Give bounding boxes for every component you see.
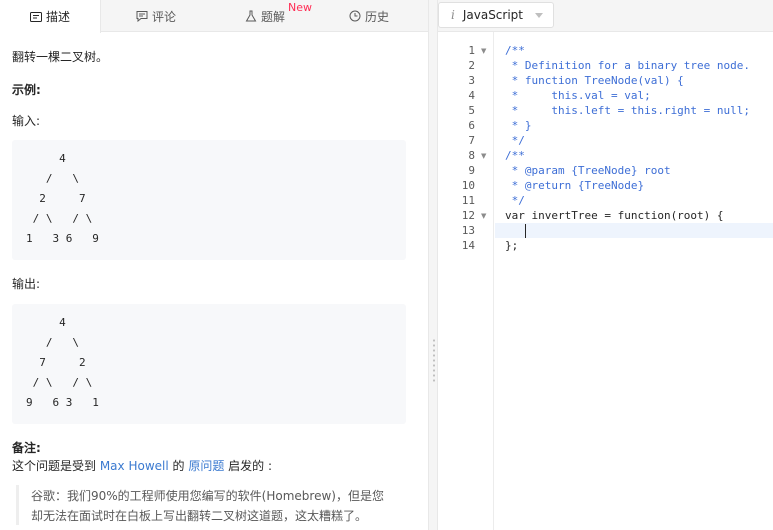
code-editor-panel: i JavaScript 1 ▼ 2 3 4 5 6 7 8 ▼ 9 10 11 12 ▼ 13 14 /** … — [438, 0, 773, 530]
max-howell-link[interactable]: Max Howell — [100, 459, 169, 473]
active-line-highlight — [495, 223, 773, 238]
quote-line: 却无法在面试时在白板上写出翻转二叉树这道题，这太糟糕了。 — [31, 509, 368, 523]
line-number: 4 — [468, 89, 475, 102]
fold-arrow-icon[interactable]: ▼ — [481, 212, 486, 220]
text-cursor — [525, 224, 526, 238]
description-panel: 描述 评论 题解 New 历史 翻转一棵二叉树。 示例: 输入: 4 / \ 2… — [0, 0, 428, 530]
panel-resize-handle[interactable] — [428, 0, 438, 530]
tab-label: 描述 — [45, 10, 70, 24]
language-select[interactable]: i JavaScript — [438, 2, 554, 28]
line-number: 6 — [468, 119, 475, 132]
code-line: */ — [505, 134, 525, 147]
chevron-down-icon — [535, 13, 543, 18]
comment-icon — [136, 10, 148, 22]
tab-comments[interactable]: 评论 — [101, 0, 211, 32]
fold-arrow-icon[interactable]: ▼ — [481, 47, 486, 55]
tree-line: 4 — [26, 152, 66, 165]
tree-line: 1 3 6 9 — [26, 232, 99, 245]
tree-line: / \ — [26, 336, 79, 349]
history-clock-icon — [349, 10, 361, 22]
code-line: */ — [505, 194, 525, 207]
info-icon: i — [451, 8, 455, 22]
output-tree-block: 4 / \ 7 2 / \ / \ 9 6 3 1 — [12, 304, 406, 424]
code-line: * @return {TreeNode} — [505, 179, 645, 192]
output-label: 输出: — [12, 277, 41, 291]
input-label: 输入: — [12, 114, 41, 128]
note-text-part: 的 — [168, 459, 189, 473]
tree-line: / \ / \ — [26, 376, 93, 389]
tree-line: / \ / \ — [26, 212, 93, 225]
drag-grip-icon — [433, 338, 435, 382]
line-number: 5 — [468, 104, 475, 117]
code-line: * this.left = this.right = null; — [505, 104, 751, 117]
line-number: 13 — [461, 224, 475, 237]
line-number: 9 — [468, 164, 475, 177]
line-number: 14 — [461, 239, 475, 252]
tree-line: 9 6 3 1 — [26, 396, 99, 409]
problem-intro: 翻转一棵二叉树。 — [12, 50, 109, 64]
line-number: 3 — [468, 74, 475, 87]
code-line: * Definition for a binary tree node. — [505, 59, 751, 72]
line-number: 10 — [461, 179, 475, 192]
original-problem-link[interactable]: 原问题 — [188, 459, 224, 473]
line-number-gutter: 1 ▼ 2 3 4 5 6 7 8 ▼ 9 10 11 12 ▼ 13 14 — [438, 32, 494, 530]
tree-line: 4 — [26, 316, 66, 329]
quote-block: 谷歌：我们90%的工程师使用您编写的软件(Homebrew)，但是您 却无法在面… — [16, 485, 408, 525]
tree-line: / \ — [26, 172, 79, 185]
code-line: * function TreeNode(val) { — [505, 74, 684, 87]
line-number: 8 — [468, 149, 475, 162]
tab-solutions[interactable]: 题解 New — [211, 0, 319, 32]
editor-toolbar: i JavaScript — [438, 0, 773, 32]
solution-flask-icon — [245, 10, 257, 22]
tab-label: 评论 — [151, 9, 176, 24]
code-line: * this.val = val; — [505, 89, 651, 102]
code-line: }; — [505, 239, 519, 252]
tab-history[interactable]: 历史 — [319, 0, 419, 32]
tree-line: 7 2 — [26, 356, 86, 369]
code-input[interactable]: /** * Definition for a binary tree node.… — [495, 32, 773, 530]
note-text-part: 这个问题是受到 — [12, 459, 100, 473]
quote-line: 谷歌：我们90%的工程师使用您编写的软件(Homebrew)，但是您 — [31, 489, 384, 503]
language-label: JavaScript — [462, 8, 523, 22]
code-line: var invertTree = function(root) { — [505, 209, 724, 222]
tab-bar: 描述 评论 题解 New 历史 — [0, 0, 428, 33]
line-number: 7 — [468, 134, 475, 147]
line-number: 11 — [461, 194, 475, 207]
tree-line: 2 7 — [26, 192, 86, 205]
note-text: 这个问题是受到 Max Howell 的 原问题 启发的 : — [12, 457, 272, 474]
line-number: 1 — [468, 44, 475, 57]
tab-label: 历史 — [364, 9, 389, 24]
code-line: * } — [505, 119, 532, 132]
line-number: 12 — [461, 209, 475, 222]
new-badge: New — [288, 1, 312, 14]
input-tree-block: 4 / \ 2 7 / \ / \ 1 3 6 9 — [12, 140, 406, 260]
description-icon — [29, 11, 42, 23]
fold-arrow-icon[interactable]: ▼ — [481, 152, 486, 160]
tab-description[interactable]: 描述 — [0, 0, 101, 33]
code-line: * @param {TreeNode} root — [505, 164, 671, 177]
note-text-part: 启发的 : — [224, 459, 273, 473]
code-line: /** — [505, 44, 525, 57]
note-heading: 备注: — [12, 441, 41, 455]
tab-label: 题解 — [260, 9, 285, 24]
example-heading: 示例: — [12, 83, 41, 97]
code-line: /** — [505, 149, 525, 162]
line-number: 2 — [468, 59, 475, 72]
